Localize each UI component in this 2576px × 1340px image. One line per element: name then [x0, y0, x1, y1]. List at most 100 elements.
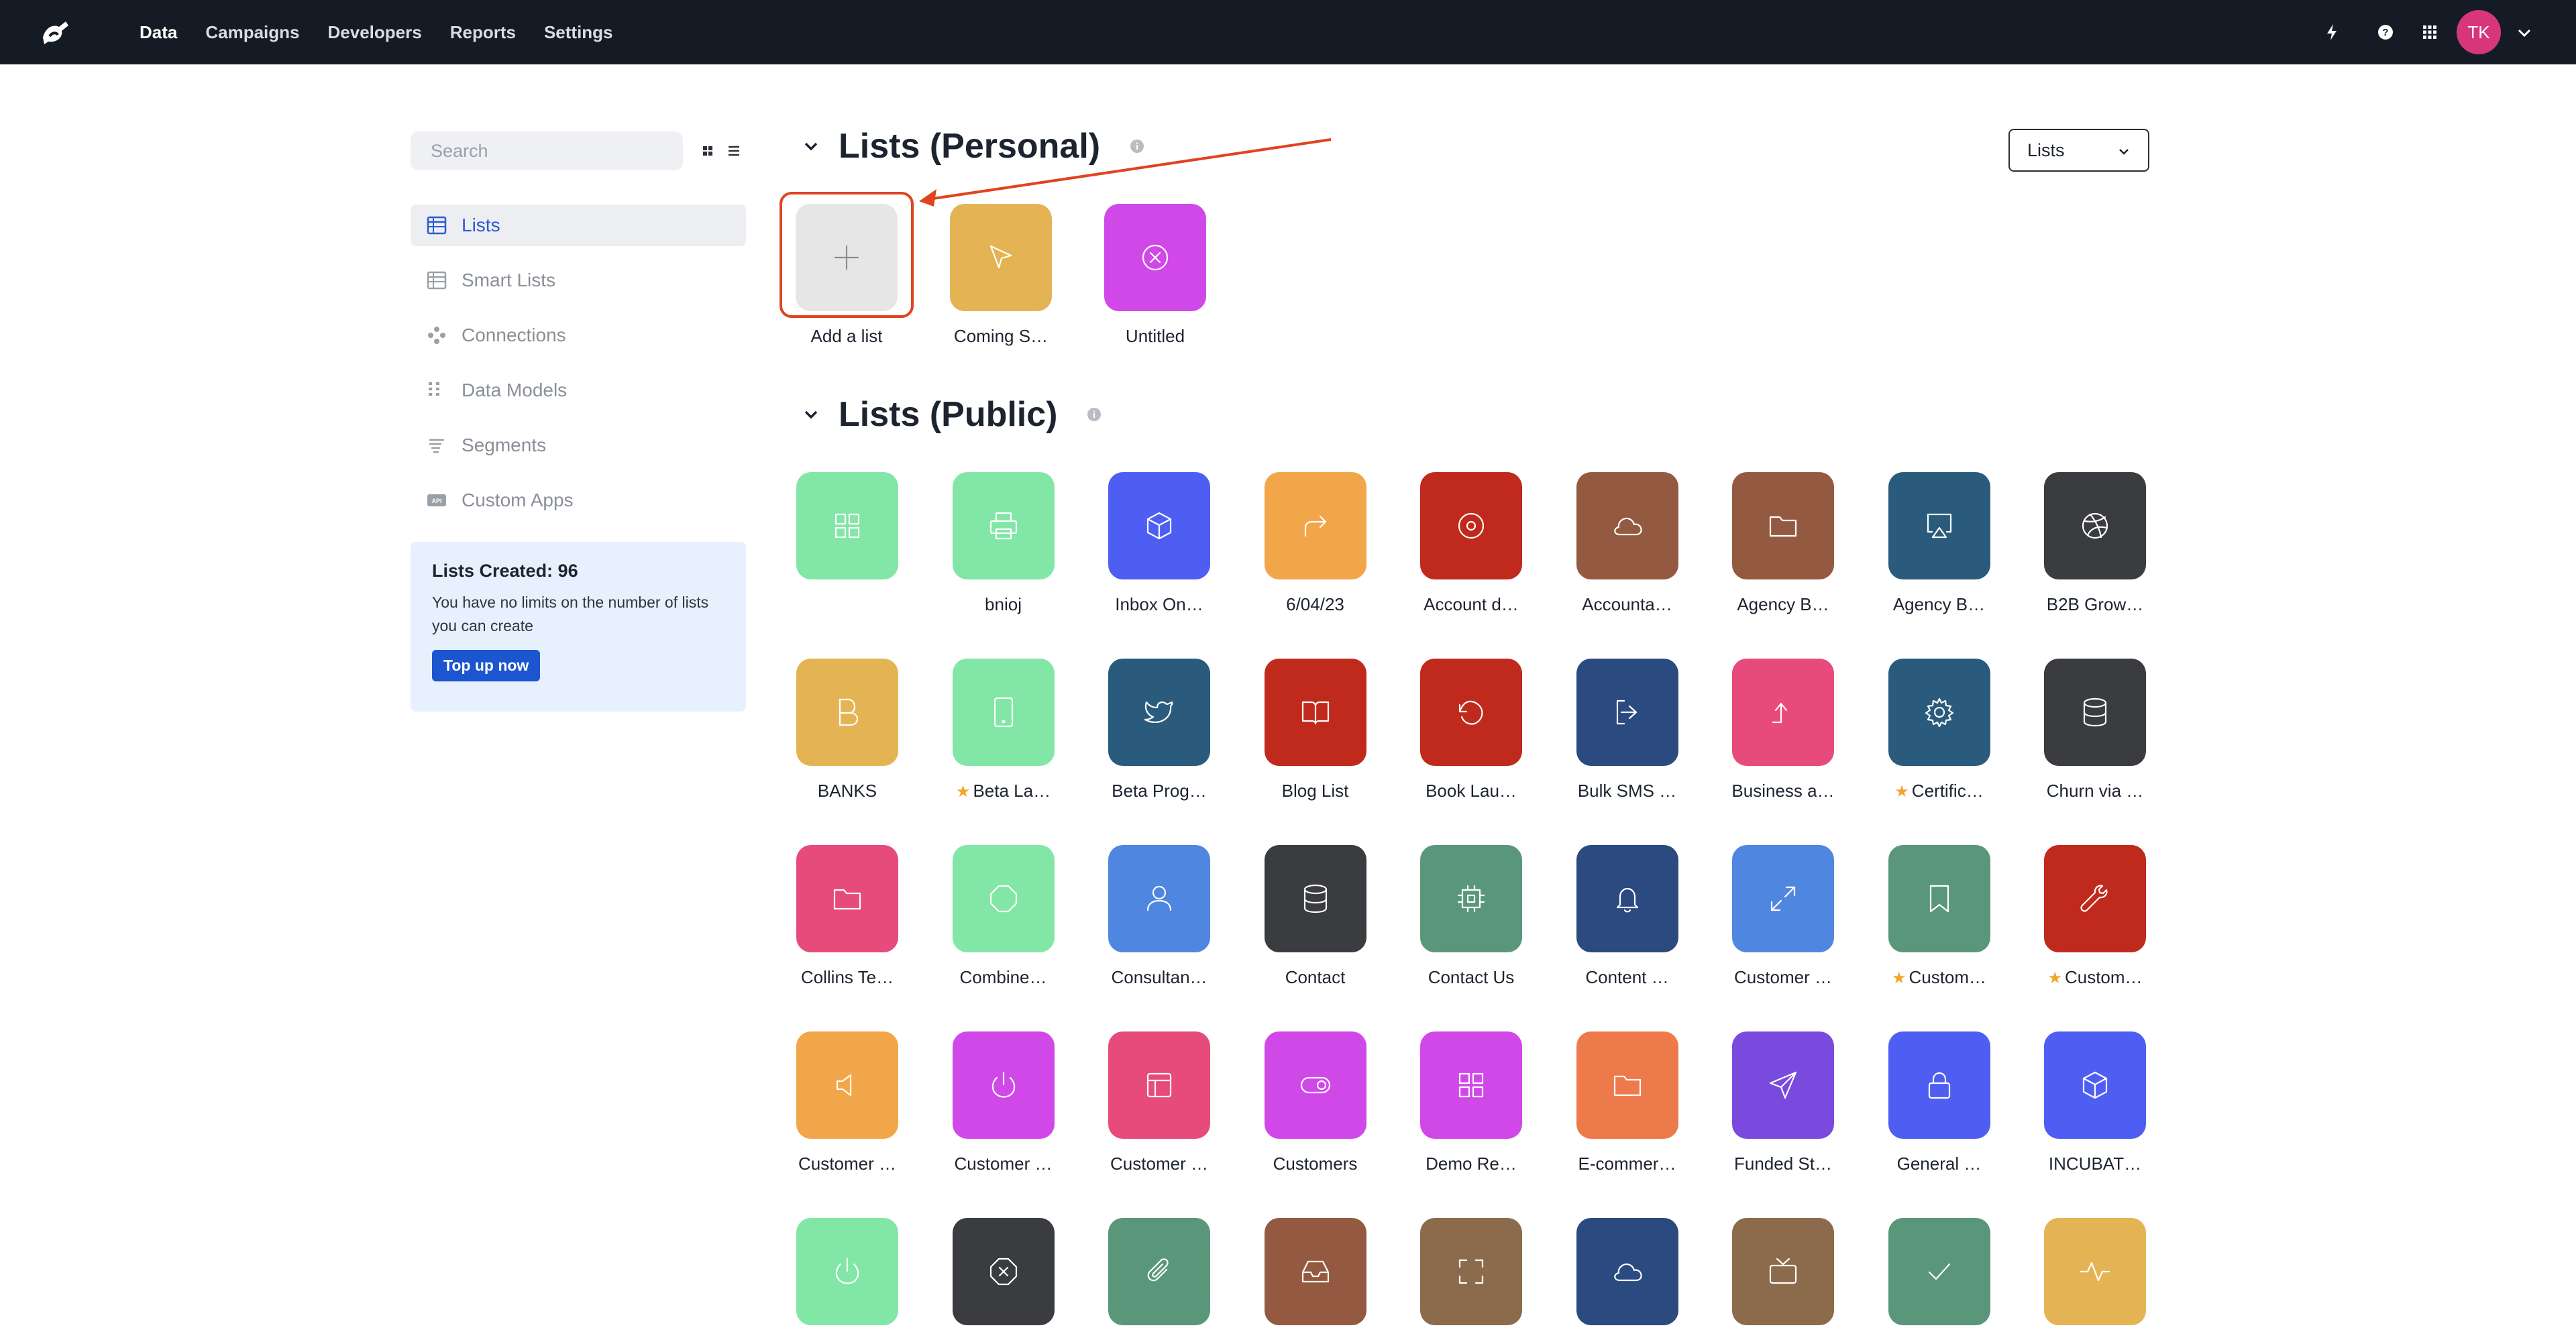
list-tile-icon-box[interactable]	[1108, 1218, 1210, 1325]
list-tile-icon-box[interactable]	[1420, 472, 1522, 579]
lists-type-dropdown[interactable]: Lists	[2008, 129, 2149, 172]
list-tile-icon-box[interactable]	[1264, 1218, 1366, 1325]
list-tile[interactable]	[780, 472, 914, 594]
sidebar-item-custom-apps[interactable]: API Custom Apps	[411, 480, 746, 521]
list-tile-icon-box[interactable]	[952, 845, 1055, 952]
list-tile-icon-box[interactable]	[952, 659, 1055, 766]
list-tile-icon-box[interactable]	[1576, 1031, 1678, 1139]
list-tile[interactable]: Account d…	[1404, 472, 1538, 615]
list-tile[interactable]: Bulk SMS …	[1560, 659, 1695, 801]
chevron-down-icon[interactable]	[2514, 23, 2534, 43]
list-tile[interactable]: bnioj	[936, 472, 1071, 615]
list-tile[interactable]: Customer …	[1716, 845, 1850, 988]
list-tile[interactable]: Untitled	[1088, 204, 1222, 347]
list-tile-icon-box[interactable]	[952, 472, 1055, 579]
list-tile-icon-box[interactable]	[1732, 472, 1834, 579]
list-tile[interactable]: Content …	[1560, 845, 1695, 988]
list-tile-icon-box[interactable]	[1732, 1031, 1834, 1139]
list-tile[interactable]: INCUBAT…	[2028, 1031, 2162, 1174]
search-input[interactable]: Search	[411, 131, 683, 170]
list-tile-icon-box[interactable]	[2044, 472, 2146, 579]
list-tile-icon-box[interactable]	[1264, 845, 1366, 952]
list-tile-icon-box[interactable]	[1108, 472, 1210, 579]
list-tile-icon-box[interactable]	[2044, 1218, 2146, 1325]
list-tile-icon-box[interactable]	[1732, 1218, 1834, 1325]
sidebar-item-smart-lists[interactable]: Smart Lists	[411, 260, 746, 301]
view-toggle[interactable]	[702, 141, 745, 161]
help-icon[interactable]: ?	[2373, 20, 2398, 44]
nav-developers[interactable]: Developers	[328, 22, 422, 43]
list-tile-icon-box[interactable]	[796, 1031, 898, 1139]
list-tile-icon-box[interactable]	[1108, 1031, 1210, 1139]
list-tile[interactable]: Demo Re…	[1404, 1031, 1538, 1174]
list-tile-icon-box[interactable]	[952, 1031, 1055, 1139]
nav-settings[interactable]: Settings	[544, 22, 613, 43]
list-tile[interactable]	[1404, 1218, 1538, 1340]
sidebar-item-segments[interactable]: Segments	[411, 425, 746, 466]
list-tile-icon-box[interactable]	[796, 1218, 898, 1325]
list-tile-icon-box[interactable]	[2044, 845, 2146, 952]
list-tile[interactable]: Consultan…	[1092, 845, 1226, 988]
list-tile[interactable]: ★ Certific…	[1872, 659, 2006, 801]
list-tile-icon-box[interactable]	[1888, 1218, 1990, 1325]
apps-grid-icon[interactable]	[2418, 20, 2442, 44]
user-avatar[interactable]: TK	[2457, 10, 2501, 54]
list-tile[interactable]: Combine…	[936, 845, 1071, 988]
list-tile[interactable]: Accounta…	[1560, 472, 1695, 615]
list-tile[interactable]	[1092, 1218, 1226, 1340]
list-tile-icon-box[interactable]	[1888, 472, 1990, 579]
list-tile[interactable]: ★ Beta La…	[936, 659, 1071, 801]
list-tile[interactable]	[936, 1218, 1071, 1340]
list-tile-icon-box[interactable]	[950, 204, 1052, 311]
chevron-down-icon[interactable]	[800, 135, 822, 158]
list-tile[interactable]: Customers	[1248, 1031, 1383, 1174]
list-tile[interactable]: Contact	[1248, 845, 1383, 988]
list-tile[interactable]: ★ Custom…	[2028, 845, 2162, 988]
list-tile-icon-box[interactable]	[1108, 659, 1210, 766]
list-tile[interactable]: B2B Grow…	[2028, 472, 2162, 615]
list-tile[interactable]: 6/04/23	[1248, 472, 1383, 615]
list-tile[interactable]: Book Lau…	[1404, 659, 1538, 801]
list-tile[interactable]: Beta Prog…	[1092, 659, 1226, 801]
list-tile-icon-box[interactable]	[1108, 845, 1210, 952]
list-tile[interactable]	[1560, 1218, 1695, 1340]
list-tile-icon-box[interactable]	[1888, 845, 1990, 952]
list-tile-icon-box[interactable]	[796, 472, 898, 579]
list-tile[interactable]: Agency B…	[1872, 472, 2006, 615]
list-tile[interactable]: Customer …	[936, 1031, 1071, 1174]
list-tile-icon-box[interactable]	[1420, 659, 1522, 766]
list-tile-icon-box[interactable]	[1576, 659, 1678, 766]
list-tile[interactable]: Churn via …	[2028, 659, 2162, 801]
list-tile-icon-box[interactable]	[1732, 845, 1834, 952]
list-tile[interactable]: Customer …	[780, 1031, 914, 1174]
list-tile-icon-box[interactable]	[1264, 1031, 1366, 1139]
list-tile[interactable]: Business a…	[1716, 659, 1850, 801]
list-tile[interactable]: ★ Custom…	[1872, 845, 2006, 988]
list-tile[interactable]: Funded St…	[1716, 1031, 1850, 1174]
list-tile[interactable]: General …	[1872, 1031, 2006, 1174]
list-tile[interactable]	[780, 1218, 914, 1340]
list-tile[interactable]: Coming S…	[934, 204, 1068, 347]
list-tile[interactable]	[2028, 1218, 2162, 1340]
list-tile[interactable]: BANKS	[780, 659, 914, 801]
list-tile-icon-box[interactable]	[1888, 659, 1990, 766]
brand-logo[interactable]	[39, 17, 72, 47]
list-tile[interactable]: Blog List	[1248, 659, 1383, 801]
lightning-icon[interactable]	[2320, 20, 2344, 44]
list-tile-icon-box[interactable]	[1104, 204, 1206, 311]
list-tile[interactable]: E-commer…	[1560, 1031, 1695, 1174]
list-tile-icon-box[interactable]	[1576, 845, 1678, 952]
nav-data[interactable]: Data	[140, 22, 177, 43]
list-tile[interactable]: Inbox On…	[1092, 472, 1226, 615]
list-tile[interactable]: Collins Te…	[780, 845, 914, 988]
list-tile-icon-box[interactable]	[1264, 659, 1366, 766]
chevron-down-icon[interactable]	[800, 403, 822, 426]
list-tile-icon-box[interactable]	[1420, 845, 1522, 952]
top-up-button[interactable]: Top up now	[432, 650, 541, 681]
list-tile-icon-box[interactable]	[796, 659, 898, 766]
list-tile[interactable]	[1872, 1218, 2006, 1340]
list-tile-icon-box[interactable]	[796, 845, 898, 952]
list-tile-icon-box[interactable]	[1888, 1031, 1990, 1139]
list-tile-icon-box[interactable]	[2044, 659, 2146, 766]
list-tile[interactable]: Agency B…	[1716, 472, 1850, 615]
